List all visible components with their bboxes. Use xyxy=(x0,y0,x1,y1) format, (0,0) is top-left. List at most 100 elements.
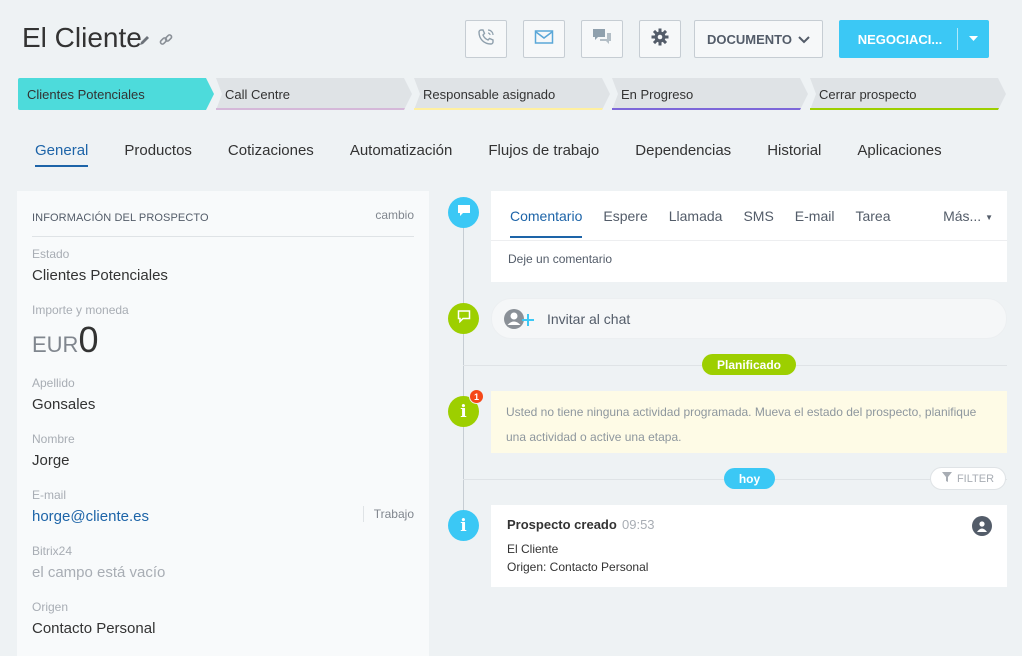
tab-llamada[interactable]: Llamada xyxy=(669,208,723,224)
phone-icon xyxy=(476,27,496,52)
tab-espere[interactable]: Espere xyxy=(603,208,647,224)
stage-responsable-asignado[interactable]: Responsable asignado xyxy=(414,78,610,110)
origin-field: Origen Contacto Personal xyxy=(32,600,414,637)
field-label: Importe y moneda xyxy=(32,303,129,317)
event-card: Prospecto creado 09:53 El Cliente Origen… xyxy=(491,505,1007,587)
event-line: Origen: Contacto Personal xyxy=(507,560,649,574)
tab-flujos-de-trabajo[interactable]: Flujos de trabajo xyxy=(470,140,617,163)
stage-en-progreso[interactable]: En Progreso xyxy=(612,78,808,110)
email-link[interactable]: horge@cliente.es xyxy=(32,508,414,525)
filter-label: FILTER xyxy=(956,472,995,485)
negotiation-button[interactable]: NEGOCIACI... xyxy=(839,20,989,58)
info-icon: i xyxy=(460,515,467,536)
comment-dot xyxy=(448,197,479,228)
filter-button[interactable]: FILTER xyxy=(930,467,1006,490)
tab-automatizacion[interactable]: Automatización xyxy=(332,140,471,163)
origin-value[interactable]: Contacto Personal xyxy=(32,620,414,637)
chat-button[interactable] xyxy=(581,20,623,58)
comment-icon xyxy=(457,203,471,222)
tab-email[interactable]: E-mail xyxy=(795,208,835,224)
stage-label: En Progreso xyxy=(621,86,694,102)
name-field: Nombre Jorge xyxy=(32,432,414,469)
currency: EUR xyxy=(32,332,79,357)
gear-icon xyxy=(651,28,669,51)
stage-label: Cerrar prospecto xyxy=(819,86,917,102)
field-label: E-mail xyxy=(32,488,67,502)
planned-badge: Planificado xyxy=(702,354,796,375)
invite-chat[interactable]: Invitar al chat xyxy=(491,298,1007,339)
stage-label: Clientes Potenciales xyxy=(27,86,145,102)
lastname-field: Apellido Gonsales xyxy=(32,376,414,413)
divider xyxy=(491,240,1007,241)
document-label: DOCUMENTO xyxy=(707,31,792,47)
field-label: Nombre xyxy=(32,432,75,446)
bitrix-field: Bitrix24 el campo está vacío xyxy=(32,544,414,581)
link-icon[interactable] xyxy=(159,33,173,47)
tab-tarea[interactable]: Tarea xyxy=(855,208,890,224)
lead-info-panel: INFORMACIÓN DEL PROSPECTO cambio Estado … xyxy=(17,191,429,656)
timeline-line xyxy=(463,212,464,522)
no-activity-notice: Usted no tiene ninguna actividad program… xyxy=(491,391,1007,453)
chat-icon xyxy=(457,309,471,328)
field-label: Estado xyxy=(32,247,70,261)
stage-label: Responsable asignado xyxy=(423,86,556,102)
negotiation-label: NEGOCIACI... xyxy=(857,31,943,47)
filter-icon xyxy=(941,472,952,485)
stage-cerrar-prospecto[interactable]: Cerrar prospecto xyxy=(810,78,1008,110)
no-activity-text: Usted no tiene ninguna actividad program… xyxy=(506,405,977,444)
section-title: INFORMACIÓN DEL PROSPECTO xyxy=(32,212,209,224)
add-user-icon xyxy=(504,308,536,335)
tab-general[interactable]: General xyxy=(17,140,106,167)
call-button[interactable] xyxy=(465,20,507,58)
notification-badge: 1 xyxy=(469,389,484,404)
tab-productos[interactable]: Productos xyxy=(106,140,210,163)
chat-dot xyxy=(448,303,479,334)
more-menu[interactable]: Más... ▼ xyxy=(943,208,993,224)
envelope-icon xyxy=(534,29,554,50)
field-label: Bitrix24 xyxy=(32,544,73,558)
event-dot: i xyxy=(448,510,479,541)
change-link[interactable]: cambio xyxy=(375,208,414,222)
settings-button[interactable] xyxy=(639,20,681,58)
stage-clientes-potenciales[interactable]: Clientes Potenciales xyxy=(18,78,214,110)
bitrix-value[interactable]: el campo está vacío xyxy=(32,564,414,581)
comment-input[interactable]: Deje un comentario xyxy=(508,252,612,266)
page-title: El Cliente xyxy=(22,22,142,53)
email-type: Trabajo xyxy=(362,506,414,522)
amount-value[interactable]: EUR 0 xyxy=(32,319,414,361)
tab-aplicaciones[interactable]: Aplicaciones xyxy=(839,140,959,163)
stage-bar: Clientes Potenciales Call Centre Respons… xyxy=(18,78,1008,110)
lastname-value[interactable]: Gonsales xyxy=(32,396,414,413)
tab-sms[interactable]: SMS xyxy=(743,208,773,224)
info-icon: i xyxy=(460,401,467,422)
field-label: Origen xyxy=(32,600,69,614)
chevron-down-icon xyxy=(798,32,810,47)
event-time: 09:53 xyxy=(622,517,655,532)
amount: 0 xyxy=(78,319,99,360)
pencil-icon[interactable] xyxy=(139,34,151,46)
lead-info-header: INFORMACIÓN DEL PROSPECTO cambio xyxy=(32,208,414,237)
more-label: Más... xyxy=(943,208,982,224)
stage-label: Call Centre xyxy=(225,86,291,102)
event-title: Prospecto creado xyxy=(507,517,617,532)
email-field: E-mail horge@cliente.es Trabajo xyxy=(32,488,414,525)
tab-dependencias[interactable]: Dependencias xyxy=(617,140,749,163)
comment-composer: Comentario Espere Llamada SMS E-mail Tar… xyxy=(491,191,1007,282)
chat-bubbles-icon xyxy=(591,27,613,52)
caret-down-icon: ▼ xyxy=(985,212,993,222)
event-line[interactable]: El Cliente xyxy=(507,542,558,556)
document-button[interactable]: DOCUMENTO xyxy=(694,20,823,58)
tab-historial[interactable]: Historial xyxy=(749,140,839,163)
field-label: Apellido xyxy=(32,376,75,390)
tab-cotizaciones[interactable]: Cotizaciones xyxy=(210,140,332,163)
amount-field: Importe y moneda EUR 0 xyxy=(32,303,414,361)
status-field: Estado Clientes Potenciales xyxy=(32,247,414,284)
tab-comentario[interactable]: Comentario xyxy=(510,208,583,238)
avatar[interactable] xyxy=(972,516,992,536)
dropdown-arrow-icon[interactable] xyxy=(958,36,989,42)
today-badge: hoy xyxy=(724,468,775,489)
stage-call-centre[interactable]: Call Centre xyxy=(216,78,412,110)
name-value[interactable]: Jorge xyxy=(32,452,414,469)
email-button[interactable] xyxy=(523,20,565,58)
status-value[interactable]: Clientes Potenciales xyxy=(32,267,414,284)
